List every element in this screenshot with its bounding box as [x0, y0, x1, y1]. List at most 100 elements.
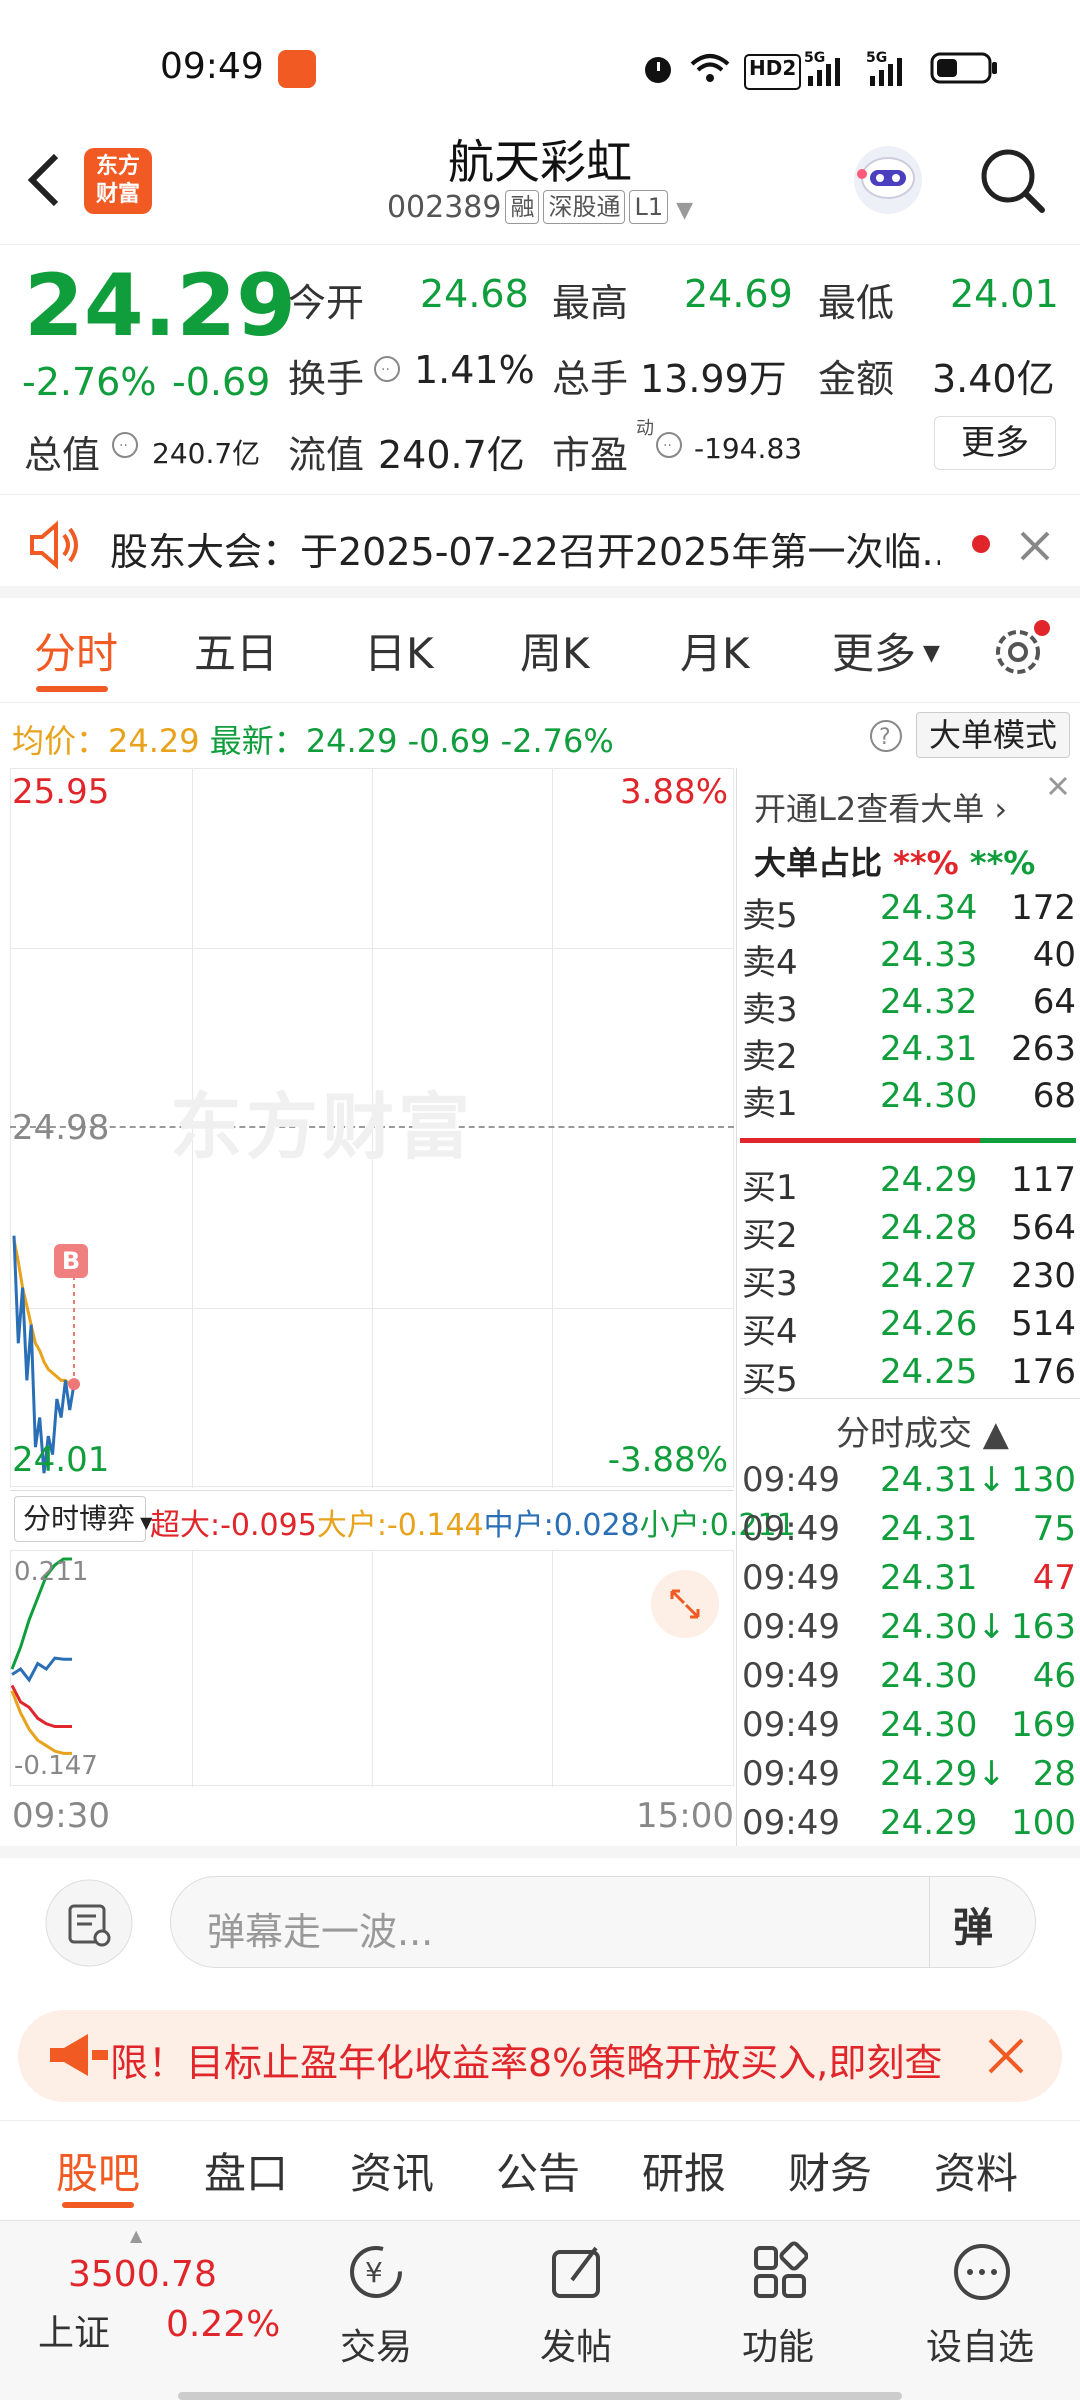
- y-bottom-label: 24.01: [12, 1440, 110, 1480]
- nav-functions[interactable]: 功能: [698, 2318, 858, 2370]
- trade-price: 24.30: [880, 1705, 978, 1745]
- divider: [0, 2120, 1080, 2121]
- tab-finance[interactable]: 财务: [788, 2140, 872, 2201]
- expand-icon[interactable]: [650, 1569, 720, 1639]
- tab-announcements[interactable]: 公告: [496, 2140, 580, 2201]
- big-order-ratio: 大单占比 **% **%: [754, 844, 1036, 882]
- tab-pankou[interactable]: 盘口: [204, 2140, 288, 2201]
- more-quote-button[interactable]: 更多: [934, 416, 1056, 470]
- ask-row: 卖4 24.33 40: [740, 935, 1080, 983]
- bid-row: 买1 24.29 117: [740, 1160, 1080, 1208]
- divider: [0, 702, 1080, 703]
- info-icon[interactable]: ··: [654, 430, 684, 460]
- trade-time: 09:49: [742, 1656, 840, 1696]
- close-icon[interactable]: [986, 2036, 1026, 2076]
- index-value[interactable]: 3500.78: [68, 2254, 217, 2295]
- trade-row: 09:49 24.29↓ 28: [740, 1754, 1080, 1802]
- tab-week-k[interactable]: 周K: [520, 620, 590, 681]
- bottom-nav: [0, 2220, 1080, 2400]
- info-icon[interactable]: ··: [372, 354, 402, 384]
- robot-assistant-icon[interactable]: [848, 138, 928, 222]
- nav-post[interactable]: 发帖: [496, 2318, 656, 2370]
- open-value: 24.68: [420, 272, 529, 316]
- danmu-input[interactable]: 弹幕走一波... 弹: [170, 1876, 1036, 1968]
- tab-month-k[interactable]: 月K: [680, 620, 750, 681]
- tab-news[interactable]: 资讯: [350, 2140, 434, 2201]
- danmu-settings-icon[interactable]: [44, 1878, 134, 1968]
- index-name[interactable]: 上证: [38, 2304, 110, 2356]
- index-up-arrow: ▲: [130, 2226, 143, 2245]
- flow-top-label: 0.211: [14, 1557, 89, 1587]
- trade-icon[interactable]: ¥: [344, 2240, 404, 2300]
- trade-time: 09:49: [742, 1803, 840, 1843]
- current-price: 24.29: [24, 256, 297, 356]
- x-start-label: 09:30: [12, 1796, 110, 1836]
- tab-guba[interactable]: 股吧: [56, 2140, 140, 2201]
- search-icon[interactable]: [976, 144, 1048, 216]
- trades-title[interactable]: 分时成交 ▲: [836, 1406, 1009, 1455]
- tab-profile[interactable]: 资料: [934, 2140, 1018, 2201]
- intraday-chart[interactable]: 东方财富 25.95 3.88% 24.98 24.01 -3.88% B: [10, 768, 734, 1488]
- trade-volume: 163: [1011, 1607, 1076, 1647]
- bid-volume: 230: [1011, 1256, 1076, 1296]
- ask-volume: 40: [1032, 935, 1076, 975]
- flow-line-中户: [11, 1656, 72, 1683]
- pct-top-label: 3.88%: [619, 772, 728, 812]
- notice-dot: [972, 535, 990, 553]
- tab-research[interactable]: 研报: [642, 2140, 726, 2201]
- trade-time: 09:49: [742, 1607, 840, 1647]
- flow-selector[interactable]: 分时博弈 ▼: [14, 1496, 152, 1542]
- volume-value: 13.99万: [640, 357, 787, 401]
- notice-bar[interactable]: 股东大会：于2025-07-22召开2025年第一次临...: [0, 494, 1080, 598]
- add-watchlist-icon[interactable]: [950, 2240, 1010, 2300]
- info-icon[interactable]: ··: [110, 430, 140, 460]
- ask-label: 卖2: [742, 1037, 798, 1077]
- trade-volume: 130: [1011, 1460, 1076, 1500]
- bid-price: 24.25: [880, 1352, 978, 1392]
- close-icon[interactable]: [1042, 770, 1074, 802]
- nav-add-watchlist[interactable]: 设自选: [900, 2318, 1060, 2370]
- tab-intraday[interactable]: 分时: [34, 620, 118, 681]
- bid-label: 买4: [742, 1312, 798, 1352]
- svg-text:5G: 5G: [866, 50, 887, 66]
- trade-price: 24.31: [880, 1509, 978, 1549]
- ask-price: 24.33: [880, 935, 978, 975]
- svg-text:··: ··: [119, 438, 128, 454]
- functions-icon[interactable]: [748, 2240, 808, 2300]
- tab-more[interactable]: 更多 ▼: [832, 620, 940, 681]
- nav-trade[interactable]: 交易: [296, 2318, 456, 2370]
- trade-row: 09:49 24.30↓ 163: [740, 1607, 1080, 1655]
- big-order-mode-button[interactable]: 大单模式: [916, 712, 1070, 758]
- dropdown-triangle-icon: ▼: [676, 198, 694, 223]
- trade-time: 09:49: [742, 1705, 840, 1745]
- tab-five-day[interactable]: 五日: [194, 620, 278, 681]
- flow-chart[interactable]: 0.211 -0.147: [10, 1550, 734, 1787]
- buy-marker[interactable]: B: [54, 1244, 88, 1278]
- svg-text:··: ··: [381, 362, 390, 378]
- ask-label: 卖3: [742, 990, 798, 1030]
- promo-banner[interactable]: 限！目标止盈年化收益率8%策略开放买入,即刻查: [18, 2010, 1062, 2102]
- pe-value: -194.83: [694, 432, 803, 465]
- hd-icon: HD2: [744, 54, 802, 90]
- svg-text:5G: 5G: [804, 50, 825, 66]
- ask-price: 24.30: [880, 1076, 978, 1116]
- index-percent[interactable]: 0.22%: [166, 2304, 280, 2345]
- post-icon[interactable]: [546, 2240, 606, 2300]
- ask-volume: 64: [1032, 982, 1076, 1022]
- volume-label: 总手: [552, 357, 629, 401]
- trade-time: 09:49: [742, 1509, 840, 1549]
- battery-icon: [930, 52, 997, 84]
- tab-day-k[interactable]: 日K: [364, 620, 434, 681]
- close-icon[interactable]: [1018, 529, 1052, 563]
- stock-code: 002389: [386, 190, 502, 225]
- low-label: 最低: [818, 281, 895, 325]
- tab-underline: [62, 2202, 134, 2208]
- trade-price: 24.29↓: [880, 1754, 1006, 1794]
- danmu-send-button[interactable]: 弹: [953, 1895, 993, 1953]
- settings-gear-icon[interactable]: [988, 616, 1054, 682]
- trade-time: 09:49: [742, 1754, 840, 1794]
- help-icon[interactable]: ?: [868, 718, 904, 754]
- bid-row: 买5 24.25 176: [740, 1352, 1080, 1400]
- l2-link[interactable]: 开通L2查看大单 ›: [754, 784, 1007, 830]
- bid-row: 买4 24.26 514: [740, 1304, 1080, 1352]
